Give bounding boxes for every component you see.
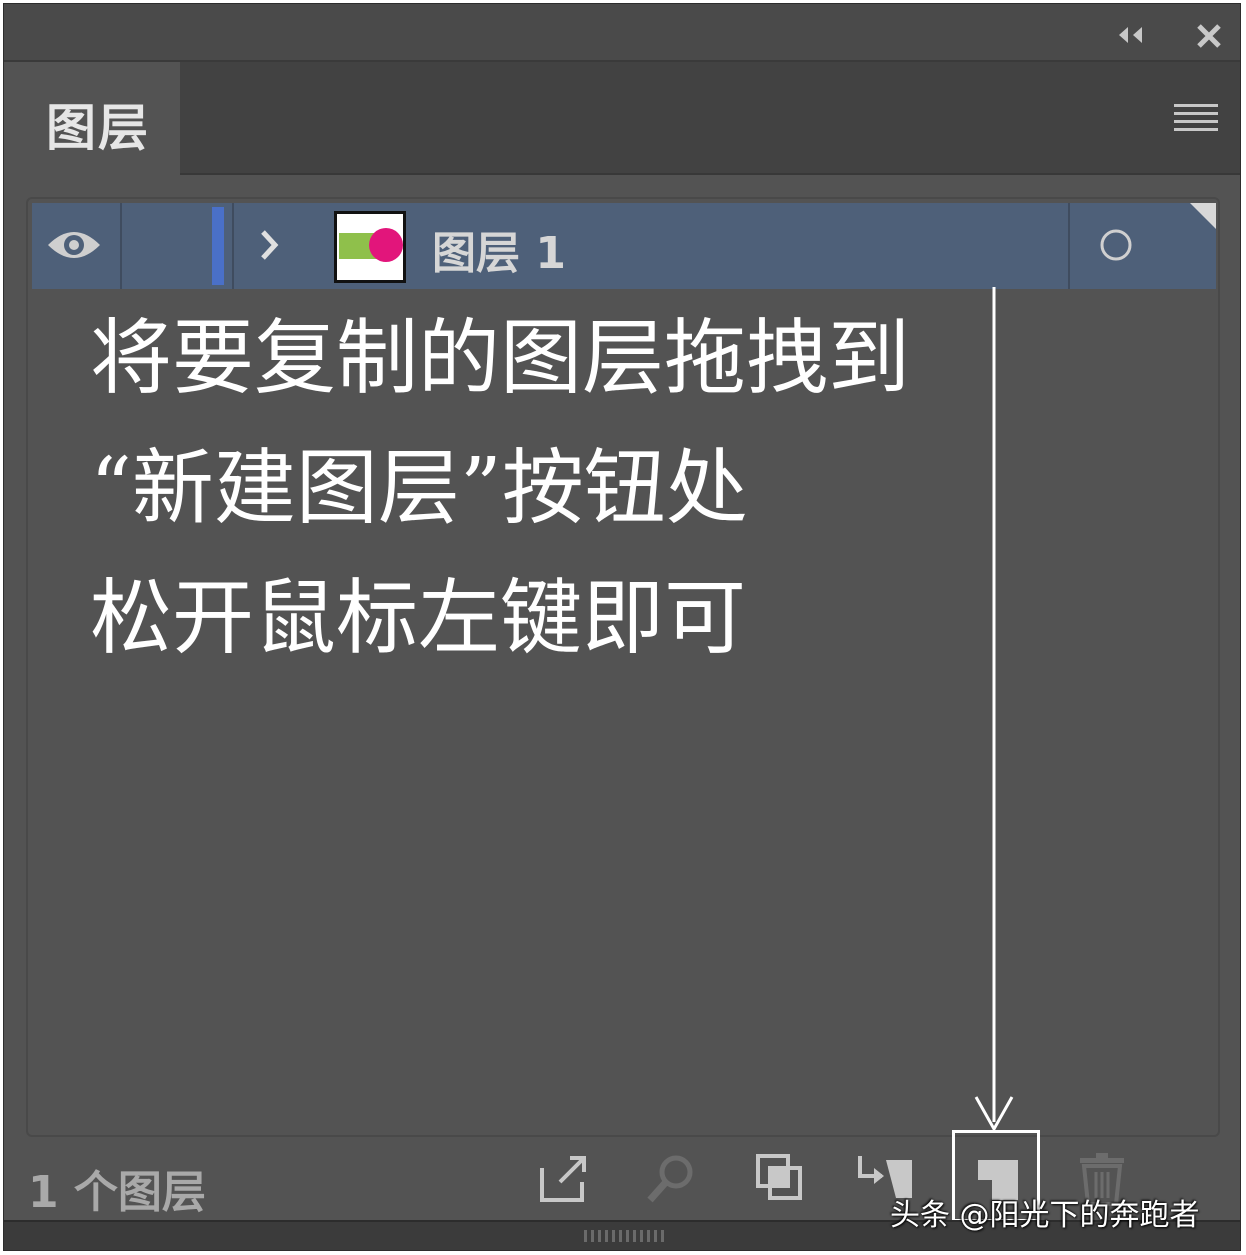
row-divider	[232, 203, 234, 289]
resize-grip-icon[interactable]	[582, 1228, 666, 1244]
chevron-right-icon[interactable]	[258, 227, 282, 263]
instruction-line-3: 松开鼠标左键即可	[90, 571, 747, 666]
layers-panel: 图层 图层 1 将要复制的图层拖拽到 “新建图层”按钮处 松开鼠标左键即可 1 …	[3, 3, 1241, 1251]
row-divider	[1068, 203, 1070, 289]
row-divider	[120, 203, 122, 289]
layer-name[interactable]: 图层 1	[432, 217, 566, 281]
instruction-text: 将要复制的图层拖拽到 “新建图层”按钮处 松开鼠标左键即可	[90, 294, 990, 684]
tab-layers-label: 图层	[46, 99, 150, 157]
layer-color-bar	[212, 207, 224, 285]
locate-object-icon[interactable]	[644, 1150, 700, 1206]
watermark: 头条 @阳光下的奔跑者	[890, 1198, 1200, 1233]
panel-titlebar	[4, 4, 1240, 62]
layer-thumbnail	[334, 211, 406, 283]
instruction-line-2: “新建图层”按钮处	[90, 441, 748, 536]
thumbnail-pink-dot	[369, 228, 403, 262]
instruction-line-1: 将要复制的图层拖拽到	[90, 311, 911, 406]
hamburger-menu-icon[interactable]	[1174, 102, 1218, 134]
export-icon[interactable]	[536, 1150, 592, 1206]
close-icon[interactable]	[1194, 22, 1224, 50]
tab-strip: 图层	[4, 62, 1240, 175]
layer-row[interactable]: 图层 1	[32, 203, 1216, 289]
pointer-arrow	[974, 287, 1014, 1133]
eye-icon[interactable]	[46, 225, 102, 265]
target-circle-icon[interactable]	[1098, 227, 1134, 263]
tab-layers[interactable]: 图层	[4, 62, 180, 175]
layer-count: 1 个图层	[28, 1167, 206, 1218]
clipping-mask-icon[interactable]	[752, 1150, 808, 1206]
selection-corner-icon	[1190, 203, 1216, 229]
double-chevron-left-icon[interactable]	[1114, 24, 1148, 46]
